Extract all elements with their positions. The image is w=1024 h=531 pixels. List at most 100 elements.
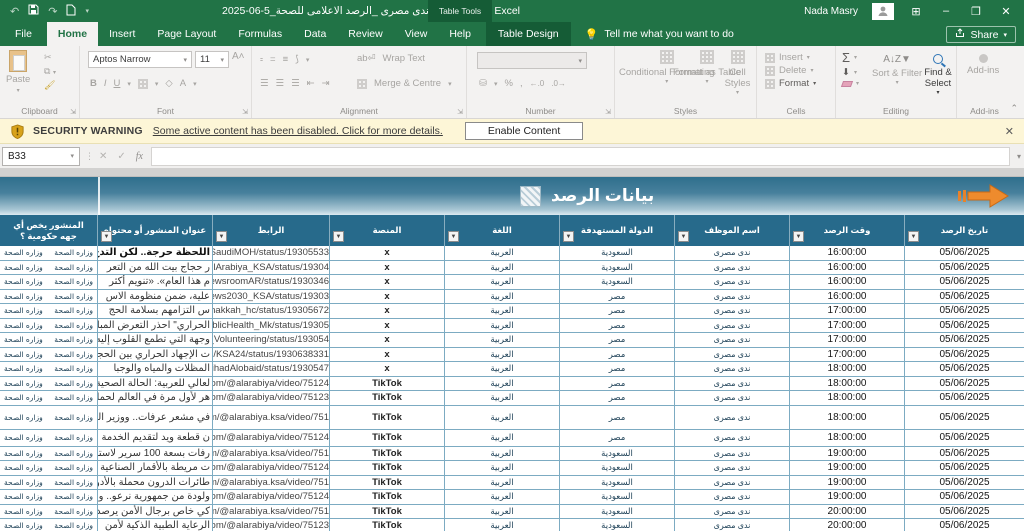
redo-icon[interactable]: ↷ — [48, 5, 57, 18]
cell-date[interactable]: 05/06/2025 — [905, 261, 1024, 275]
cell-link[interactable]: com/@alarabiya/video/75124 — [213, 429, 330, 446]
cell-gov[interactable]: وزاره الصحة وزاره الصحة — [0, 347, 98, 361]
cell-title[interactable]: لعالي للعربية: الحالة الصحية للحجا — [98, 376, 213, 390]
cell-time[interactable]: 18:00:00 — [790, 429, 905, 446]
cell-time[interactable]: 16:00:00 — [790, 275, 905, 289]
paste-button[interactable]: Paste ▾ — [6, 50, 30, 94]
cell-language[interactable]: العربية — [445, 347, 560, 361]
cell-gov[interactable]: وزاره الصحة وزاره الصحة — [0, 446, 98, 460]
cell-title[interactable]: الرعاية الطبية الذكية لأمن — [98, 519, 213, 531]
cancel-entry-icon[interactable]: ✕ — [99, 151, 107, 162]
clipboard-dialog-launcher[interactable]: ⇲ — [70, 108, 76, 116]
cell-gov[interactable]: وزاره الصحة وزاره الصحة — [0, 429, 98, 446]
filter-dropdown-icon[interactable]: ▼ — [563, 231, 574, 242]
cell-time[interactable]: 16:00:00 — [790, 260, 905, 274]
cell-employee[interactable]: ندى مصرى — [675, 333, 790, 347]
cell-language[interactable]: العربية — [445, 391, 560, 405]
font-size-combo[interactable]: 11 ▾ — [195, 51, 229, 68]
cell-date[interactable]: 05/06/2025 — [905, 362, 1024, 376]
cell-date[interactable]: 05/06/2025 — [905, 461, 1024, 475]
cell-date[interactable]: 05/06/2025 — [905, 476, 1024, 490]
cell-time[interactable]: 17:00:00 — [790, 333, 905, 347]
cell-date[interactable]: 05/06/2025 — [905, 519, 1024, 531]
fill-button[interactable]: ⬇ ▾ — [842, 67, 859, 78]
column-header-6[interactable]: اسم الموظف ▼ — [675, 215, 790, 246]
tab-page-layout[interactable]: Page Layout — [146, 22, 227, 46]
borders-icon[interactable] — [137, 78, 148, 89]
increase-indent-icon[interactable]: ⇥ — [322, 78, 330, 89]
cell-time[interactable]: 16:00:00 — [790, 289, 905, 303]
cell-link[interactable]: bm/@alarabiya.ksa/video/751 — [213, 504, 330, 518]
cell-employee[interactable]: ندى مصرى — [675, 260, 790, 274]
undo-icon[interactable]: ↶ — [10, 5, 19, 18]
cell-time[interactable]: 17:00:00 — [790, 318, 905, 332]
merge-centre-button[interactable]: Merge & Centre — [374, 78, 441, 89]
cell-country[interactable]: مصر — [560, 333, 675, 347]
cell-time[interactable]: 17:00:00 — [790, 304, 905, 318]
enter-entry-icon[interactable]: ✓ — [117, 151, 125, 162]
cell-link[interactable]: bm/@alarabiya.ksa/video/751 — [213, 405, 330, 429]
cell-gov[interactable]: وزاره الصحة وزاره الصحة — [0, 376, 98, 390]
cell-language[interactable]: العربية — [445, 475, 560, 489]
cell-date[interactable]: 05/06/2025 — [905, 319, 1024, 333]
cell-platform[interactable]: TikTok — [330, 475, 445, 489]
align-top-icon[interactable]: ⹀ — [260, 53, 263, 66]
orange-arrow-icon[interactable] — [958, 182, 1010, 210]
align-center-icon[interactable]: ☰ — [276, 78, 285, 89]
cell-time[interactable]: 19:00:00 — [790, 461, 905, 475]
cell-link[interactable]: lArabiya_KSA/status/19304 — [213, 260, 330, 274]
cell-title[interactable]: كي خاص برجال الأمن يرصد الع — [98, 504, 213, 518]
column-header-2[interactable]: الرابط ▼ — [213, 215, 330, 246]
cell-employee[interactable]: ندى مصرى — [675, 318, 790, 332]
tab-view[interactable]: View — [394, 22, 439, 46]
number-format-combo[interactable]: ▾ — [477, 52, 587, 69]
cell-link[interactable]: /makkah_hc/status/19305672 — [213, 304, 330, 318]
tab-formulas[interactable]: Formulas — [227, 22, 293, 46]
cell-gov[interactable]: وزاره الصحة وزاره الصحة — [0, 289, 98, 303]
cell-employee[interactable]: ندى مصرى — [675, 376, 790, 390]
cell-language[interactable]: العربية — [445, 362, 560, 376]
cell-date[interactable]: 05/06/2025 — [905, 391, 1024, 405]
avatar[interactable] — [872, 2, 894, 20]
cell-platform[interactable]: x — [330, 318, 445, 332]
cell-link[interactable]: bm/@alarabiya.ksa/video/751 — [213, 475, 330, 489]
ribbon-display-options-icon[interactable]: ⊞ — [908, 5, 924, 18]
delete-cells-button[interactable]: Delete ▾ — [765, 65, 816, 76]
save-icon[interactable] — [28, 4, 39, 18]
percent-icon[interactable]: % — [504, 78, 512, 89]
accounting-format-icon[interactable]: ⛁ — [479, 78, 487, 89]
cell-country[interactable]: مصر — [560, 318, 675, 332]
cell-date[interactable]: 05/06/2025 — [905, 348, 1024, 362]
cell-link[interactable]: com/@alarabiya/video/75123 — [213, 391, 330, 405]
cell-language[interactable]: العربية — [445, 461, 560, 475]
cell-language[interactable]: العربية — [445, 446, 560, 460]
cell-employee[interactable]: ندى مصرى — [675, 429, 790, 446]
cell-link[interactable]: NewsroomAR/status/1930346 — [213, 275, 330, 289]
cell-employee[interactable]: ندى مصرى — [675, 446, 790, 460]
align-bottom-icon[interactable]: ≡ — [283, 54, 289, 65]
restore-button[interactable]: ❐ — [968, 5, 984, 18]
cell-link[interactable]: com/@alarabiya/video/75124 — [213, 376, 330, 390]
cell-gov[interactable]: وزاره الصحة وزاره الصحة — [0, 519, 98, 531]
cell-language[interactable]: العربية — [445, 318, 560, 332]
cell-language[interactable]: العربية — [445, 246, 560, 260]
collapse-ribbon-icon[interactable]: ⌃ — [1010, 103, 1018, 114]
cell-employee[interactable]: ندى مصرى — [675, 275, 790, 289]
tab-data[interactable]: Data — [293, 22, 337, 46]
cell-country[interactable]: السعودية — [560, 446, 675, 460]
cell-gov[interactable]: وزاره الصحة وزاره الصحة — [0, 333, 98, 347]
font-dialog-launcher[interactable]: ⇲ — [242, 108, 248, 116]
cell-platform[interactable]: TikTok — [330, 405, 445, 429]
cut-icon[interactable]: ✂ — [44, 52, 56, 63]
cell-title[interactable]: الحراري" احذر التعرض المباشر — [98, 318, 213, 332]
column-header-0[interactable]: المنشور يخص أي جهه حكومية ؟ — [0, 215, 98, 246]
cell-date[interactable]: 05/06/2025 — [905, 505, 1024, 519]
cell-title[interactable]: ت مريطة بالأقمار الصناعية لرصد — [98, 461, 213, 475]
cell-date[interactable]: 05/06/2025 — [905, 304, 1024, 318]
column-header-7[interactable]: وقت الرصد ▼ — [790, 215, 905, 246]
autosum-button[interactable]: Σ ▾ — [842, 50, 859, 65]
cell-platform[interactable]: x — [330, 333, 445, 347]
cell-platform[interactable]: x — [330, 246, 445, 260]
cell-country[interactable]: مصر — [560, 429, 675, 446]
cell-date[interactable]: 05/06/2025 — [905, 275, 1024, 289]
